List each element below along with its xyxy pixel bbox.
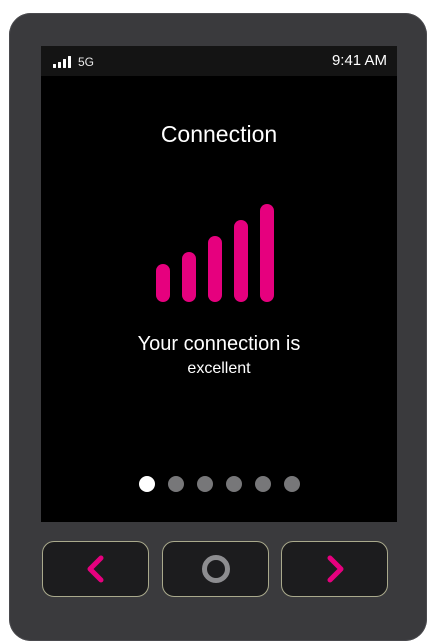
screen-title: Connection	[160, 121, 278, 147]
chevron-right-icon	[327, 555, 343, 583]
cellular-bar-3	[63, 59, 66, 68]
status-left: 5G	[53, 54, 94, 68]
status-bar: 5G 9:41 AM	[41, 46, 397, 76]
cellular-bar-1	[53, 64, 56, 68]
signal-strength-icon	[156, 204, 274, 302]
network-type: 5G	[78, 55, 95, 69]
device-screen: 5G 9:41 AM Connection Your connection is…	[41, 46, 397, 522]
status-time: 9:41 AM	[331, 52, 387, 69]
page-dot-5[interactable]	[254, 476, 271, 492]
page-dot-2[interactable]	[167, 476, 184, 492]
home-button[interactable]	[162, 541, 269, 597]
page-dot-3[interactable]	[196, 476, 213, 492]
next-button[interactable]	[281, 541, 388, 597]
connection-message: Your connection is excellent	[41, 332, 397, 380]
page-dot-4[interactable]	[225, 476, 242, 492]
page-indicator	[41, 476, 397, 492]
cellular-bar-2	[58, 62, 61, 68]
chevron-left-icon	[87, 555, 103, 583]
page-dot-6[interactable]	[283, 476, 300, 492]
cellular-bar-4	[68, 56, 71, 68]
page-dot-1[interactable]	[138, 476, 155, 492]
previous-button[interactable]	[42, 541, 149, 597]
circle-home-icon	[201, 555, 230, 583]
message-line-2: excellent	[187, 360, 251, 377]
cellular-signal-icon	[53, 56, 71, 68]
message-line-1: Your connection is	[137, 333, 301, 355]
